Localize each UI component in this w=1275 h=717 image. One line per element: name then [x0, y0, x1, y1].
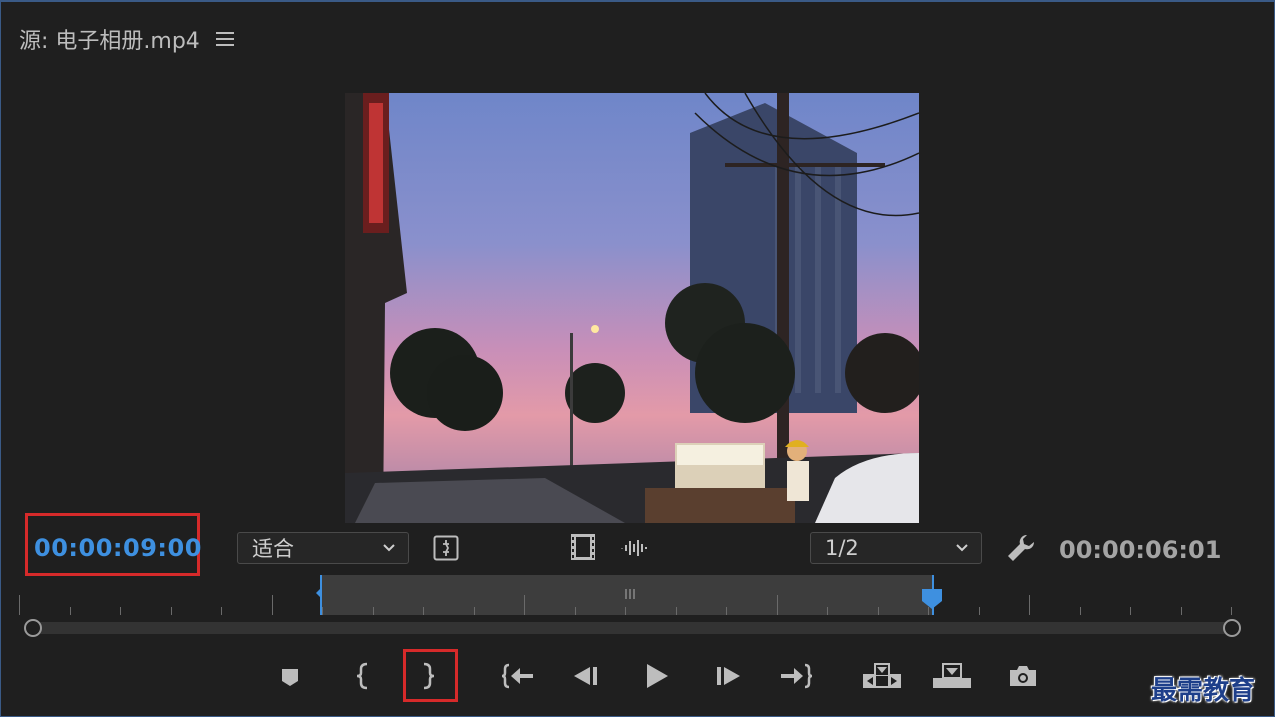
- range-grip-icon[interactable]: [621, 587, 639, 601]
- audio-waveform-icon[interactable]: [620, 537, 650, 559]
- safe-margins-icon[interactable]: [433, 535, 459, 561]
- play-icon[interactable]: [644, 662, 670, 690]
- ruler-tick: [978, 607, 980, 615]
- time-ruler[interactable]: [19, 575, 1234, 615]
- playback-resolution-value: 1/2: [825, 536, 859, 560]
- ruler-tick: [827, 607, 828, 615]
- ruler-tick: [1029, 595, 1030, 615]
- ruler-tick: [271, 595, 273, 615]
- ruler-tick: [776, 595, 778, 615]
- zoom-handle-right[interactable]: [1223, 619, 1241, 637]
- ruler-tick: [1130, 607, 1131, 615]
- ruler-tick: [221, 607, 222, 615]
- zoom-handle-left[interactable]: [24, 619, 42, 637]
- hamburger-menu-icon[interactable]: [215, 31, 234, 47]
- go-to-out-icon[interactable]: [779, 663, 813, 689]
- ruler-tick: [726, 607, 727, 615]
- in-point-marker[interactable]: [315, 575, 325, 615]
- video-preview: [345, 93, 919, 523]
- ruler-tick: [120, 607, 121, 615]
- go-to-in-icon[interactable]: [501, 663, 535, 689]
- video-frame-image: [345, 93, 919, 523]
- ruler-tick: [372, 607, 374, 615]
- clip-duration-timecode: 00:00:06:01: [1059, 536, 1222, 564]
- ruler-tick: [625, 607, 626, 615]
- step-forward-icon[interactable]: [714, 665, 742, 687]
- ruler-tick: [1231, 607, 1232, 615]
- playback-resolution-select[interactable]: 1/2: [810, 532, 982, 564]
- ruler-tick: [170, 607, 172, 615]
- ruler-tick: [574, 607, 576, 615]
- export-frame-icon[interactable]: [1008, 664, 1038, 688]
- panel-title-bar: 源: 电子相册.mp4: [19, 24, 234, 54]
- step-back-icon[interactable]: [572, 665, 600, 687]
- ruler-tick: [524, 595, 525, 615]
- panel-title-prefix: 源:: [19, 29, 49, 54]
- zoom-fit-select[interactable]: 适合: [237, 532, 409, 564]
- ruler-tick: [1180, 607, 1182, 615]
- overwrite-icon[interactable]: [932, 662, 972, 690]
- ruler-tick: [423, 607, 424, 615]
- ruler-tick: [473, 607, 475, 615]
- ruler-tick: [1079, 607, 1081, 615]
- mark-in-icon[interactable]: [354, 662, 372, 690]
- chevron-down-icon: [956, 544, 968, 552]
- ruler-tick: [19, 595, 20, 615]
- wrench-icon[interactable]: [1006, 533, 1036, 563]
- add-marker-icon[interactable]: [280, 667, 300, 687]
- ruler-tick: [877, 607, 879, 615]
- playhead-marker[interactable]: [919, 575, 943, 615]
- film-strip-icon[interactable]: [570, 533, 596, 561]
- zoom-scroll-bar[interactable]: [33, 622, 1233, 634]
- mark-out-icon[interactable]: [419, 662, 437, 690]
- source-monitor-panel: 源: 电子相册.mp4 00:00:09:00 适合 1/2 00:00:06:…: [0, 0, 1275, 717]
- ruler-tick: [69, 607, 71, 615]
- zoom-fit-value: 适合: [252, 537, 294, 561]
- insert-icon[interactable]: [862, 662, 902, 690]
- chevron-down-icon: [383, 544, 395, 552]
- ruler-tick: [675, 607, 677, 615]
- panel-title[interactable]: 源: 电子相册.mp4: [19, 23, 200, 55]
- playhead-timecode[interactable]: 00:00:09:00: [34, 534, 202, 562]
- watermark-text: 最需教育: [1151, 676, 1256, 706]
- panel-title-clip-name: 电子相册.mp4: [55, 29, 200, 54]
